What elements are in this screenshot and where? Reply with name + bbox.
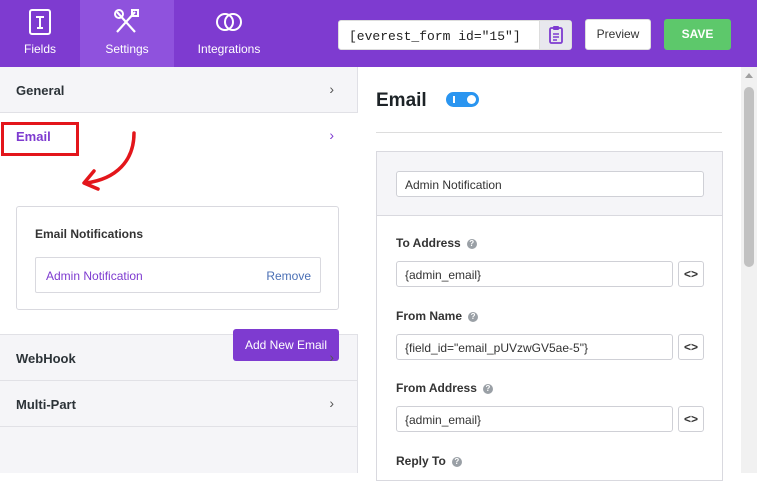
chevron-right-icon: › bbox=[329, 395, 334, 411]
email-settings-panel: Email Admin Notification To Address? {ad… bbox=[359, 67, 741, 481]
notification-card: Admin Notification To Address? {admin_em… bbox=[376, 151, 723, 481]
smart-tags-button[interactable]: <> bbox=[678, 261, 704, 287]
shortcode-text: [everest_form id="15"] bbox=[349, 29, 521, 44]
form-fields-icon bbox=[29, 9, 51, 35]
email-enable-toggle[interactable] bbox=[446, 92, 479, 107]
tab-settings-label: Settings bbox=[105, 42, 149, 56]
to-address-input[interactable]: {admin_email} bbox=[396, 261, 673, 287]
help-icon[interactable]: ? bbox=[468, 312, 479, 322]
section-webhook-title: WebHook bbox=[16, 351, 76, 366]
smart-tags-button[interactable]: <> bbox=[678, 334, 704, 360]
annotation-arrow-icon bbox=[82, 131, 136, 191]
tools-icon bbox=[114, 9, 139, 33]
copy-shortcode-button[interactable] bbox=[539, 21, 571, 49]
from-name-input[interactable]: {field_id="email_pUVzwGV5ae-5"} bbox=[396, 334, 673, 360]
divider bbox=[376, 132, 722, 133]
notification-card-header: Admin Notification bbox=[377, 152, 722, 216]
tab-integrations-label: Integrations bbox=[197, 42, 261, 56]
notification-name[interactable]: Admin Notification bbox=[46, 269, 143, 283]
clipboard-icon bbox=[549, 26, 563, 44]
chevron-right-icon: › bbox=[329, 81, 334, 97]
shortcode-field[interactable]: [everest_form id="15"] bbox=[338, 20, 572, 50]
tab-settings[interactable]: Settings bbox=[80, 0, 174, 67]
email-panel-title: Email bbox=[376, 90, 427, 111]
preview-button[interactable]: Preview bbox=[585, 19, 651, 50]
help-icon[interactable]: ? bbox=[451, 457, 462, 467]
tab-integrations[interactable]: Integrations bbox=[174, 0, 284, 67]
section-multipart-title: Multi-Part bbox=[16, 397, 76, 412]
notification-name-input[interactable]: Admin Notification bbox=[396, 171, 704, 197]
email-notifications-title: Email Notifications bbox=[35, 227, 144, 241]
section-webhook[interactable]: WebHook › bbox=[0, 335, 358, 381]
email-highlight-box bbox=[1, 122, 79, 156]
notification-item[interactable]: Admin Notification Remove bbox=[35, 257, 321, 293]
scrollbar[interactable] bbox=[741, 67, 757, 473]
top-toolbar: Fields Settings Integrations [everest_fo… bbox=[0, 0, 757, 67]
scroll-up-icon[interactable] bbox=[745, 73, 753, 78]
rings-icon bbox=[216, 13, 242, 31]
scrollbar-thumb[interactable] bbox=[744, 87, 754, 267]
section-general[interactable]: General › bbox=[0, 67, 358, 113]
email-notifications-box: Email Notifications Admin Notification R… bbox=[16, 206, 339, 310]
section-multipart[interactable]: Multi-Part › bbox=[0, 381, 358, 427]
tab-fields-label: Fields bbox=[23, 42, 56, 56]
smart-tags-button[interactable]: <> bbox=[678, 406, 704, 432]
tab-fields[interactable]: Fields bbox=[0, 0, 80, 67]
help-icon[interactable]: ? bbox=[466, 239, 477, 249]
from-address-label: From Address? bbox=[396, 381, 493, 395]
from-address-input[interactable]: {admin_email} bbox=[396, 406, 673, 432]
save-button[interactable]: SAVE bbox=[664, 19, 731, 50]
chevron-right-icon: › bbox=[329, 127, 334, 143]
help-icon[interactable]: ? bbox=[482, 384, 493, 394]
section-general-title: General bbox=[16, 83, 65, 98]
chevron-right-icon: › bbox=[329, 349, 334, 365]
from-name-label: From Name? bbox=[396, 309, 479, 323]
reply-to-label: Reply To? bbox=[396, 454, 462, 468]
to-address-label: To Address? bbox=[396, 236, 477, 250]
remove-link[interactable]: Remove bbox=[266, 269, 311, 283]
settings-sidebar: General › Email › Email Notifications Ad… bbox=[0, 67, 358, 473]
